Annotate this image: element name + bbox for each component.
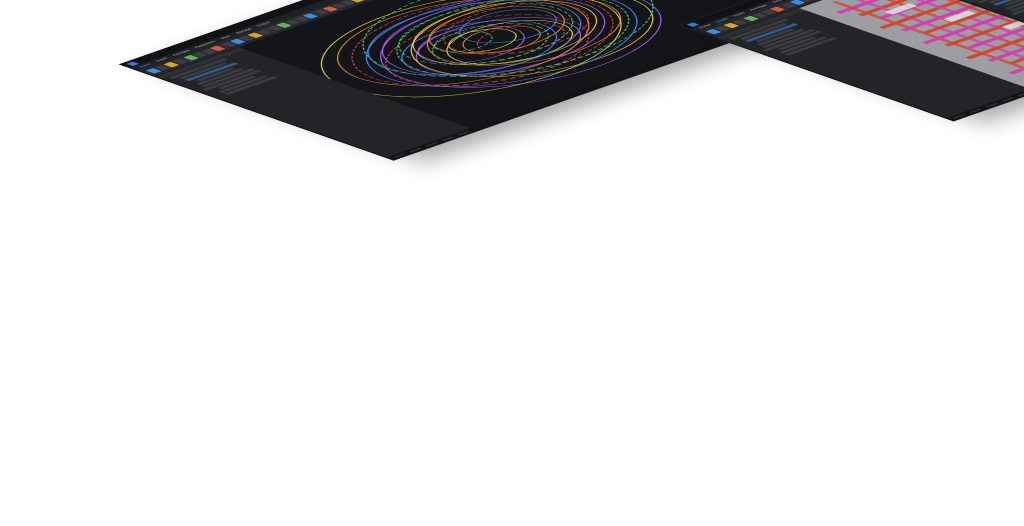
cad-window-bim-pipes: HomeModelInsertAnnotateViewManage [680, 0, 1024, 121]
screenshot-collage: Home Insert Annotate Parametric View Manage Ou… [0, 0, 1024, 526]
